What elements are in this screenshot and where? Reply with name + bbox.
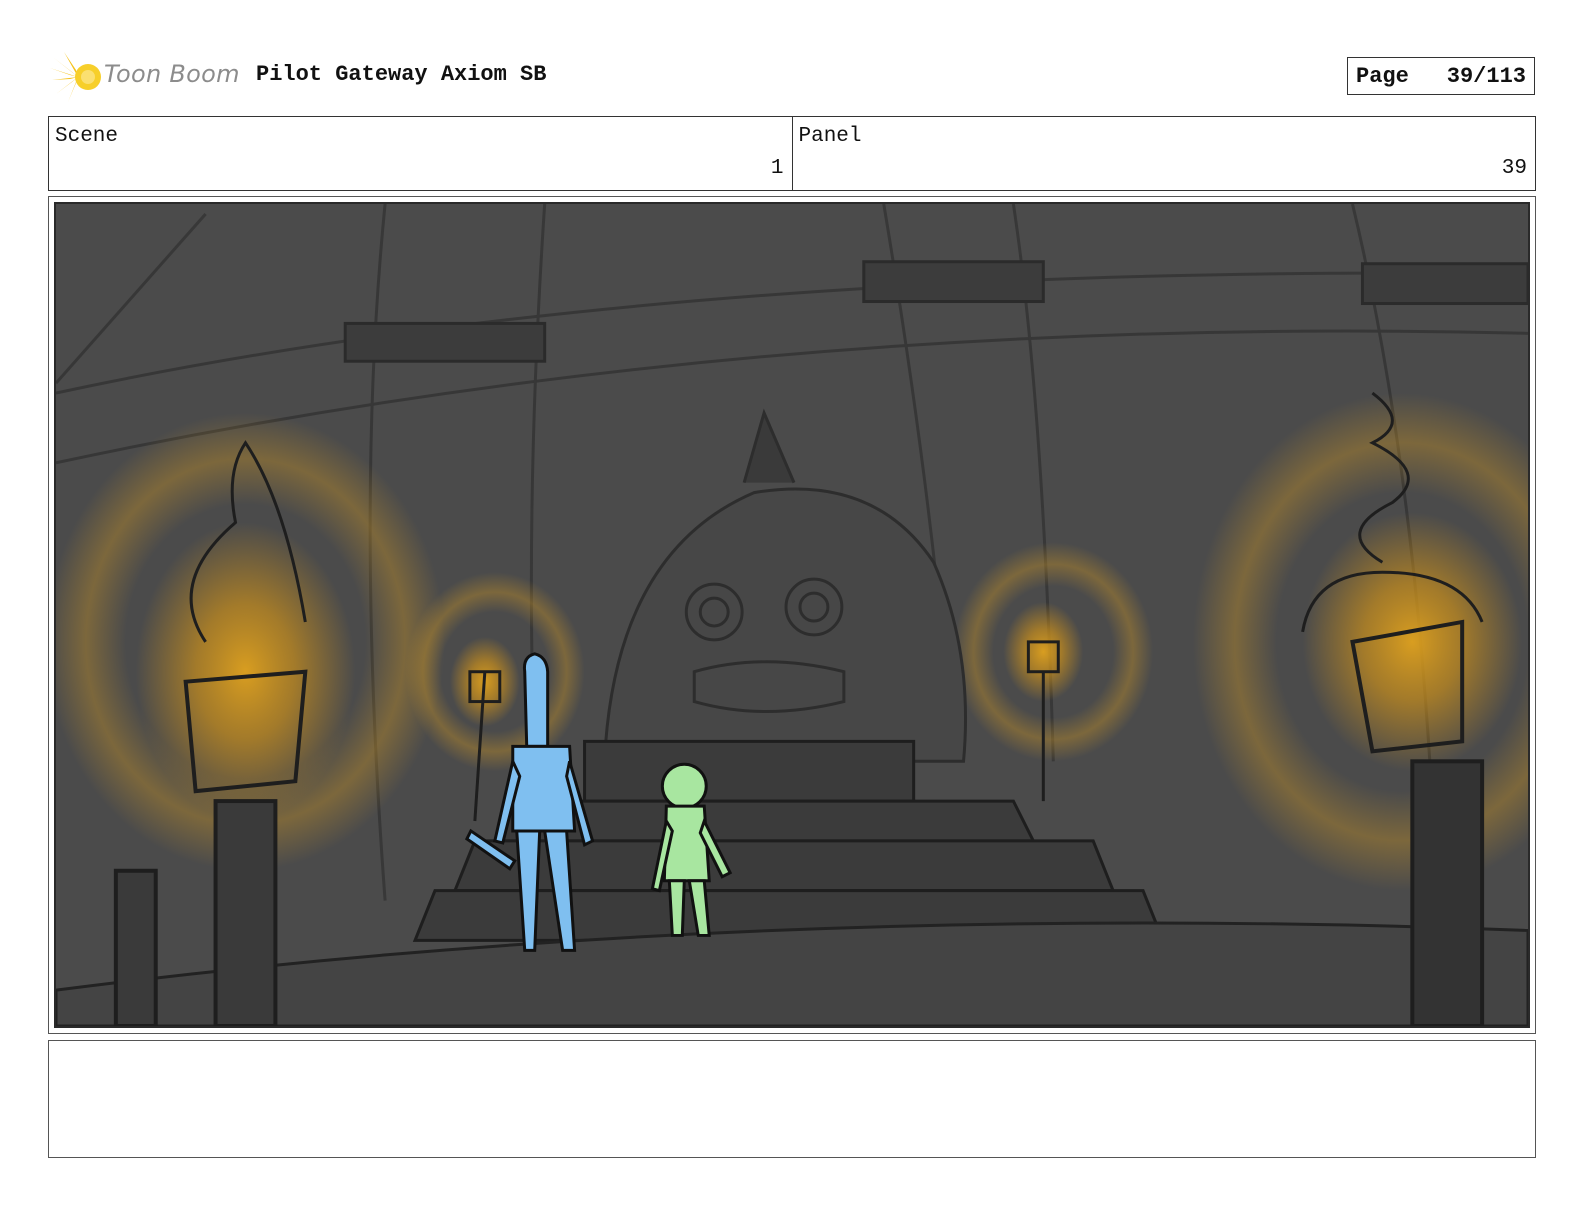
scene-cell: Scene 1 — [49, 117, 792, 190]
storyboard-frame — [48, 196, 1536, 1034]
page-label: Page — [1356, 63, 1409, 89]
panel-label: Panel — [798, 125, 862, 148]
page-indicator: Page 39/113 — [1347, 57, 1535, 95]
logo-wordmark: Toon Boom — [104, 60, 240, 88]
starburst-logo-icon — [50, 52, 101, 102]
storyboard-drawing — [54, 202, 1530, 1028]
panel-number: 39 — [1501, 157, 1527, 180]
scene-number: 1 — [770, 157, 784, 180]
project-title: Pilot Gateway Axiom SB — [256, 62, 547, 87]
panel-notes-box — [48, 1040, 1536, 1158]
temple-scene-sketch — [56, 204, 1528, 1026]
scene-panel-info: Scene 1 Panel 39 — [48, 116, 1536, 191]
scene-label: Scene — [55, 125, 119, 148]
page-number: 39/113 — [1446, 63, 1526, 89]
panel-cell: Panel 39 — [791, 117, 1536, 190]
